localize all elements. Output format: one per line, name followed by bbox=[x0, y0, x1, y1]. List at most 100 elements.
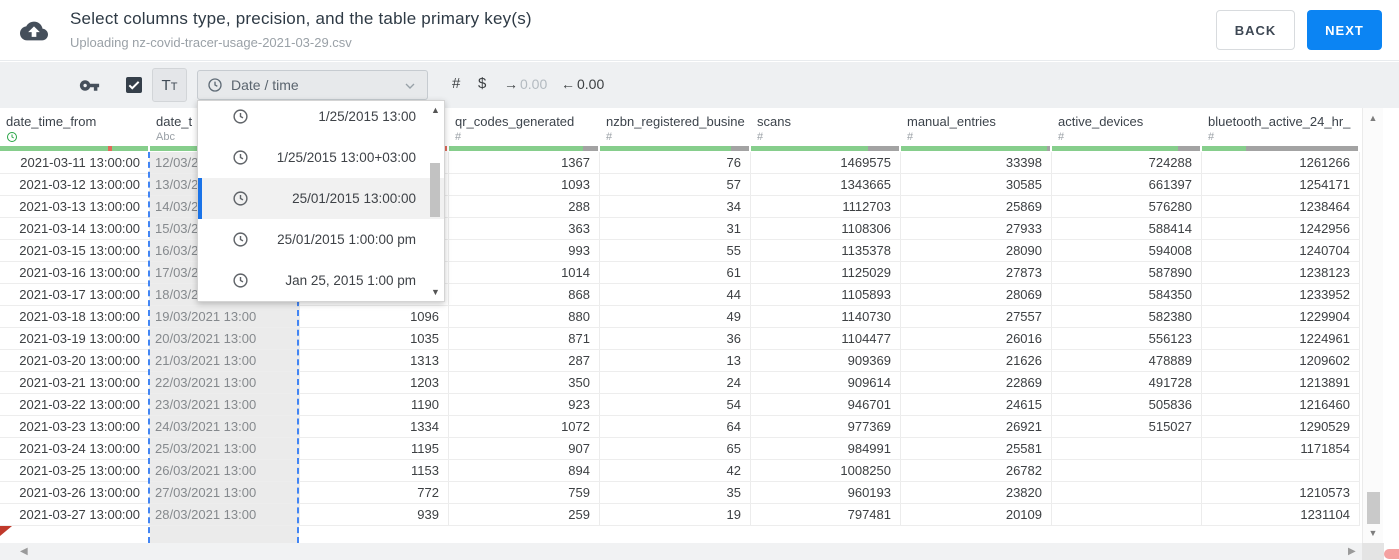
vertical-scrollbar[interactable]: ▲ ▼ bbox=[1362, 108, 1383, 546]
table-cell: 27873 bbox=[901, 262, 1052, 283]
column-header[interactable]: qr_codes_generated # bbox=[449, 108, 600, 146]
format-option[interactable]: Jan 25, 2015 1:00 pm bbox=[198, 260, 444, 301]
next-button[interactable]: NEXT bbox=[1307, 10, 1382, 50]
column-header[interactable]: active_devices # bbox=[1052, 108, 1202, 146]
table-cell: 1231104 bbox=[1202, 504, 1360, 525]
table-cell: 1240704 bbox=[1202, 240, 1360, 261]
column-quality-bar bbox=[449, 146, 598, 151]
table-cell: 1112703 bbox=[751, 196, 901, 217]
table-cell: 1190 bbox=[300, 394, 449, 415]
horizontal-scrollbar[interactable]: ◀ ▶ bbox=[0, 543, 1362, 560]
table-cell: 36 bbox=[600, 328, 751, 349]
column-header-label: qr_codes_generated bbox=[455, 114, 575, 129]
table-cell: 1242956 bbox=[1202, 218, 1360, 239]
table-cell: 27557 bbox=[901, 306, 1052, 327]
table-cell: 42 bbox=[600, 460, 751, 481]
table-cell: 19/03/2021 13:00 bbox=[150, 306, 300, 327]
table-cell: 2021-03-17 13:00:00 bbox=[0, 284, 150, 305]
column-header[interactable]: scans # bbox=[751, 108, 901, 146]
clock-icon bbox=[232, 231, 249, 248]
dropdown-scrollbar[interactable]: ▲ ▼ bbox=[429, 105, 442, 297]
table-cell: 20109 bbox=[901, 504, 1052, 525]
table-cell: 894 bbox=[449, 460, 600, 481]
scroll-right-icon[interactable]: ▶ bbox=[1348, 546, 1356, 557]
table-cell: 2021-03-15 13:00:00 bbox=[0, 240, 150, 261]
table-cell: 587890 bbox=[1052, 262, 1202, 283]
column-type-label: # bbox=[757, 131, 764, 143]
checkmark-icon bbox=[128, 81, 140, 90]
decimal-shift-right-button[interactable]: → 0.00 bbox=[504, 76, 547, 92]
table-cell: 1233952 bbox=[1202, 284, 1360, 305]
horizontal-scrollbar-pink-thumb[interactable] bbox=[1384, 549, 1399, 559]
table-cell: 880 bbox=[449, 306, 600, 327]
table-cell: 1313 bbox=[300, 350, 449, 371]
column-quality-bar bbox=[600, 146, 749, 151]
datetime-type-select[interactable]: Date / time bbox=[197, 70, 428, 100]
scroll-down-icon[interactable]: ▼ bbox=[429, 287, 442, 297]
table-cell: 1261266 bbox=[1202, 152, 1360, 173]
table-cell: 287 bbox=[449, 350, 600, 371]
format-option[interactable]: 1/25/2015 13:00 bbox=[198, 101, 444, 137]
table-row: 2021-03-25 13:00:00 26/03/2021 13:00 1153 8… bbox=[0, 460, 1360, 482]
table-cell: 363 bbox=[449, 218, 600, 239]
text-type-button[interactable]: TT bbox=[152, 68, 187, 102]
arrow-right-icon: → bbox=[504, 76, 518, 92]
decimal-shift-left-button[interactable]: ← 0.00 bbox=[561, 76, 604, 92]
boolean-type-checkbox[interactable] bbox=[126, 77, 142, 93]
currency-type-button[interactable]: $ bbox=[478, 75, 486, 92]
clock-icon bbox=[232, 272, 249, 289]
format-option[interactable]: 1/25/2015 13:00+03:00 bbox=[198, 137, 444, 178]
table-cell: 759 bbox=[449, 482, 600, 503]
table-row: 2021-03-19 13:00:00 20/03/2021 13:00 1035 8… bbox=[0, 328, 1360, 350]
clock-icon bbox=[232, 190, 249, 207]
table-row: 2021-03-21 13:00:00 22/03/2021 13:00 1203 3… bbox=[0, 372, 1360, 394]
selection-dashed-border-left bbox=[148, 152, 150, 543]
table-row: 2021-03-24 13:00:00 25/03/2021 13:00 1195 9… bbox=[0, 438, 1360, 460]
table-cell: 33398 bbox=[901, 152, 1052, 173]
vertical-scrollbar-thumb[interactable] bbox=[1367, 492, 1380, 524]
table-cell: 28/03/2021 13:00 bbox=[150, 504, 300, 525]
quality-segment-green bbox=[751, 146, 868, 151]
table-cell: 24 bbox=[600, 372, 751, 393]
table-cell: 28090 bbox=[901, 240, 1052, 261]
table-cell: 505836 bbox=[1052, 394, 1202, 415]
scroll-up-icon[interactable]: ▲ bbox=[429, 105, 442, 115]
table-cell: 1153 bbox=[300, 460, 449, 481]
table-cell: 2021-03-21 13:00:00 bbox=[0, 372, 150, 393]
number-type-button[interactable]: # bbox=[452, 75, 460, 92]
table-cell: 1224961 bbox=[1202, 328, 1360, 349]
column-quality-bar bbox=[1052, 146, 1200, 151]
quality-segment-green bbox=[111, 146, 148, 151]
primary-key-icon[interactable] bbox=[79, 75, 100, 96]
table-cell: 2021-03-23 13:00:00 bbox=[0, 416, 150, 437]
format-option-label: 25/01/2015 1:00:00 pm bbox=[277, 232, 416, 247]
table-cell: 661397 bbox=[1052, 174, 1202, 195]
table-cell: 960193 bbox=[751, 482, 901, 503]
dropdown-scrollbar-thumb[interactable] bbox=[430, 163, 440, 217]
table-cell: 25/03/2021 13:00 bbox=[150, 438, 300, 459]
scroll-up-icon[interactable]: ▲ bbox=[1363, 113, 1383, 123]
column-header[interactable]: bluetooth_active_24_hr_ # bbox=[1202, 108, 1360, 146]
back-button[interactable]: BACK bbox=[1216, 10, 1295, 50]
table-cell: 20/03/2021 13:00 bbox=[150, 328, 300, 349]
clock-icon bbox=[207, 77, 223, 93]
page-title: Select columns type, precision, and the … bbox=[70, 9, 532, 28]
scroll-left-icon[interactable]: ◀ bbox=[20, 546, 28, 557]
table-cell: 946701 bbox=[751, 394, 901, 415]
table-cell: 26016 bbox=[901, 328, 1052, 349]
table-cell bbox=[1052, 438, 1202, 459]
column-header[interactable]: nzbn_registered_busine # bbox=[600, 108, 751, 146]
column-header[interactable]: manual_entries # bbox=[901, 108, 1052, 146]
scroll-down-icon[interactable]: ▼ bbox=[1363, 528, 1383, 538]
clock-icon bbox=[232, 149, 249, 166]
table-cell: 25869 bbox=[901, 196, 1052, 217]
table-cell: 24/03/2021 13:00 bbox=[150, 416, 300, 437]
format-option[interactable]: 25/01/2015 13:00:00 bbox=[198, 178, 444, 219]
error-marker bbox=[0, 526, 12, 536]
column-header[interactable]: date_time_from bbox=[0, 108, 150, 146]
format-option[interactable]: 25/01/2015 1:00:00 pm bbox=[198, 219, 444, 260]
table-cell: 76 bbox=[600, 152, 751, 173]
table-cell: 1195 bbox=[300, 438, 449, 459]
table-cell: 28069 bbox=[901, 284, 1052, 305]
table-cell: 65 bbox=[600, 438, 751, 459]
